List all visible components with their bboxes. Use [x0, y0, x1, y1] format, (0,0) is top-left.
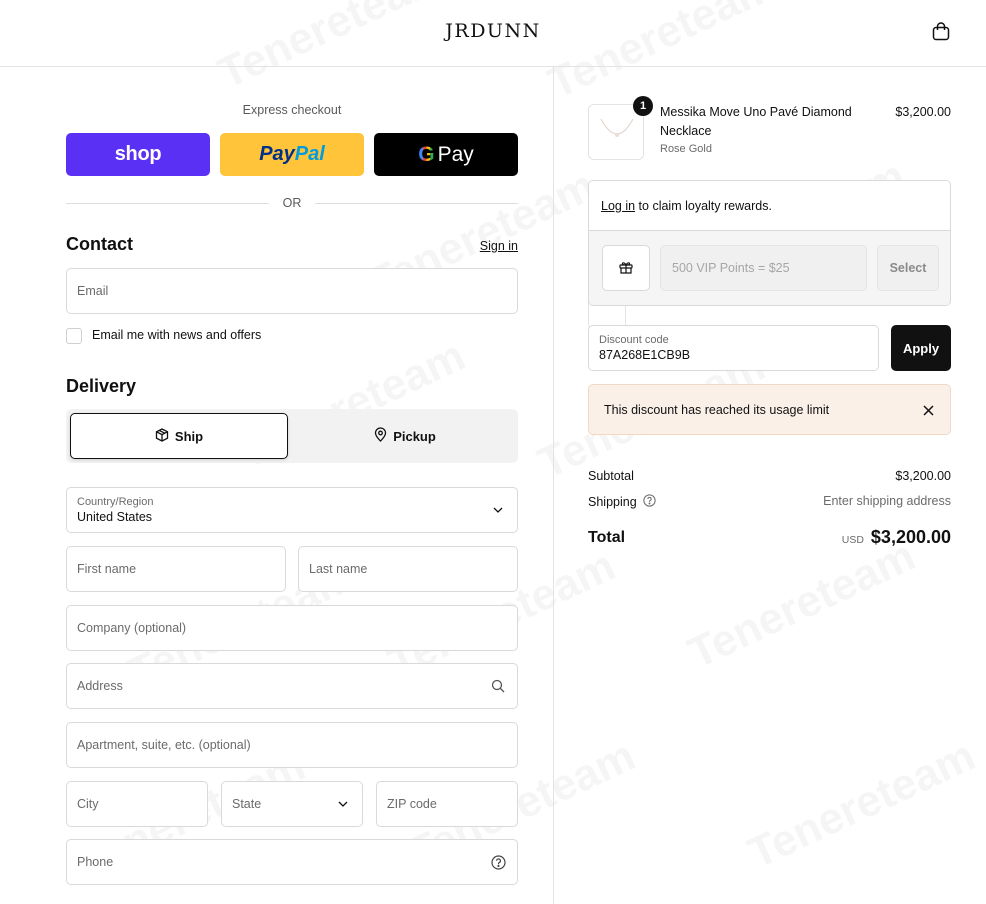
select-points-button[interactable]: Select: [877, 245, 939, 291]
google-pay-label: Pay: [437, 142, 474, 166]
paypal-logo-part2: Pal: [294, 143, 325, 165]
company-field[interactable]: Company (optional): [66, 605, 518, 651]
last-name-field[interactable]: Last name: [298, 546, 518, 592]
apply-button[interactable]: Apply: [891, 325, 951, 371]
phone-field[interactable]: Phone: [66, 839, 518, 885]
help-circle-icon[interactable]: [490, 854, 506, 870]
first-name-placeholder: First name: [77, 562, 137, 576]
loyalty-message: to claim loyalty rewards.: [638, 199, 772, 213]
chevron-down-icon: [335, 796, 351, 812]
total-amount: $3,200.00: [870, 527, 951, 547]
or-separator: OR: [66, 195, 518, 211]
google-g-icon: G: [418, 142, 435, 166]
pickup-option[interactable]: Pickup: [296, 413, 514, 459]
gift-icon: [618, 259, 634, 278]
product-thumbnail: 1: [588, 96, 653, 160]
subtotal-value: $3,200.00: [895, 469, 951, 483]
subtotal-label: Subtotal: [588, 469, 634, 483]
vip-points-placeholder: 500 VIP Points = $25: [672, 261, 790, 275]
log-in-link[interactable]: Log in: [601, 199, 635, 213]
zip-placeholder: ZIP code: [387, 797, 437, 811]
product-price: $3,200.00: [895, 105, 951, 119]
brand-logo[interactable]: JRDUNN: [0, 20, 986, 42]
delivery-method-toggle: Ship Pickup: [66, 409, 518, 463]
paypal-button[interactable]: Pay Pal: [220, 133, 364, 176]
product-variant: Rose Gold: [660, 143, 712, 155]
gift-button[interactable]: [602, 245, 650, 291]
shopping-bag-icon: [932, 22, 950, 44]
apartment-placeholder: Apartment, suite, etc. (optional): [77, 738, 251, 752]
chevron-down-icon: [490, 502, 506, 518]
header: JRDUNN: [0, 0, 986, 67]
country-value: United States: [77, 510, 153, 524]
cart-button[interactable]: [930, 22, 952, 44]
help-circle-icon[interactable]: [643, 494, 656, 510]
order-summary: 1 Messika Move Uno Pavé Diamond Necklace…: [554, 67, 986, 904]
newsletter-checkbox[interactable]: [66, 328, 82, 344]
vip-points-select[interactable]: 500 VIP Points = $25: [660, 245, 867, 291]
newsletter-label: Email me with news and offers: [92, 328, 262, 342]
sign-in-link[interactable]: Sign in: [480, 239, 518, 253]
phone-placeholder: Phone: [77, 855, 114, 869]
or-text: OR: [282, 196, 302, 210]
total-label: Total: [588, 529, 626, 546]
discount-alert: This discount has reached its usage limi…: [588, 384, 951, 435]
apartment-field[interactable]: Apartment, suite, etc. (optional): [66, 722, 518, 768]
paypal-logo-part1: Pay: [259, 143, 295, 165]
last-name-placeholder: Last name: [309, 562, 368, 576]
location-pin-icon: [374, 427, 387, 445]
pickup-label: Pickup: [393, 428, 436, 444]
discount-code-value: 87A268E1CB9B: [599, 348, 691, 362]
city-field[interactable]: City: [66, 781, 208, 827]
product-name: Messika Move Uno Pavé Diamond Necklace: [660, 105, 852, 138]
state-placeholder: State: [232, 797, 262, 811]
shipping-label: Shipping: [588, 495, 637, 509]
checkout-form: Express checkout shop Pay Pal G Pay OR Co…: [0, 67, 553, 904]
total-value-group: USD $3,200.00: [842, 527, 951, 548]
ship-option[interactable]: Ship: [70, 413, 288, 459]
state-select[interactable]: State: [221, 781, 363, 827]
google-pay-button[interactable]: G Pay: [374, 133, 518, 176]
loyalty-redeem: 500 VIP Points = $25 Select: [589, 231, 950, 305]
company-placeholder: Company (optional): [77, 621, 187, 635]
country-select[interactable]: Country/Region United States: [66, 487, 518, 533]
shipping-row: Shipping: [588, 494, 656, 510]
loyalty-box: Log in to claim loyalty rewards. 500 VIP…: [588, 180, 951, 306]
shop-pay-label: shop: [114, 143, 162, 165]
loyalty-text: Log in to claim loyalty rewards.: [601, 199, 772, 213]
shipping-value: Enter shipping address: [823, 494, 951, 508]
discount-code-label: Discount code: [599, 334, 669, 346]
discount-alert-text: This discount has reached its usage limi…: [604, 403, 830, 417]
email-field[interactable]: Email: [66, 268, 518, 314]
express-checkout-label: Express checkout: [242, 103, 342, 117]
currency-code: USD: [841, 534, 864, 546]
address-field[interactable]: Address: [66, 663, 518, 709]
first-name-field[interactable]: First name: [66, 546, 286, 592]
search-icon: [490, 678, 506, 694]
address-placeholder: Address: [77, 679, 123, 693]
package-icon: [155, 427, 169, 445]
country-label: Country/Region: [77, 496, 154, 508]
loyalty-header: Log in to claim loyalty rewards.: [589, 181, 950, 231]
or-line-right: [315, 202, 518, 204]
discount-code-field[interactable]: Discount code 87A268E1CB9B: [588, 325, 879, 371]
email-placeholder: Email: [77, 284, 109, 298]
contact-title: Contact: [66, 234, 133, 254]
city-placeholder: City: [77, 797, 99, 811]
shop-pay-button[interactable]: shop: [66, 133, 210, 176]
or-line-left: [66, 202, 269, 204]
zip-field[interactable]: ZIP code: [376, 781, 518, 827]
delivery-title: Delivery: [66, 376, 137, 396]
quantity-badge: 1: [633, 96, 653, 116]
close-icon[interactable]: [920, 402, 936, 418]
ship-label: Ship: [174, 428, 204, 444]
